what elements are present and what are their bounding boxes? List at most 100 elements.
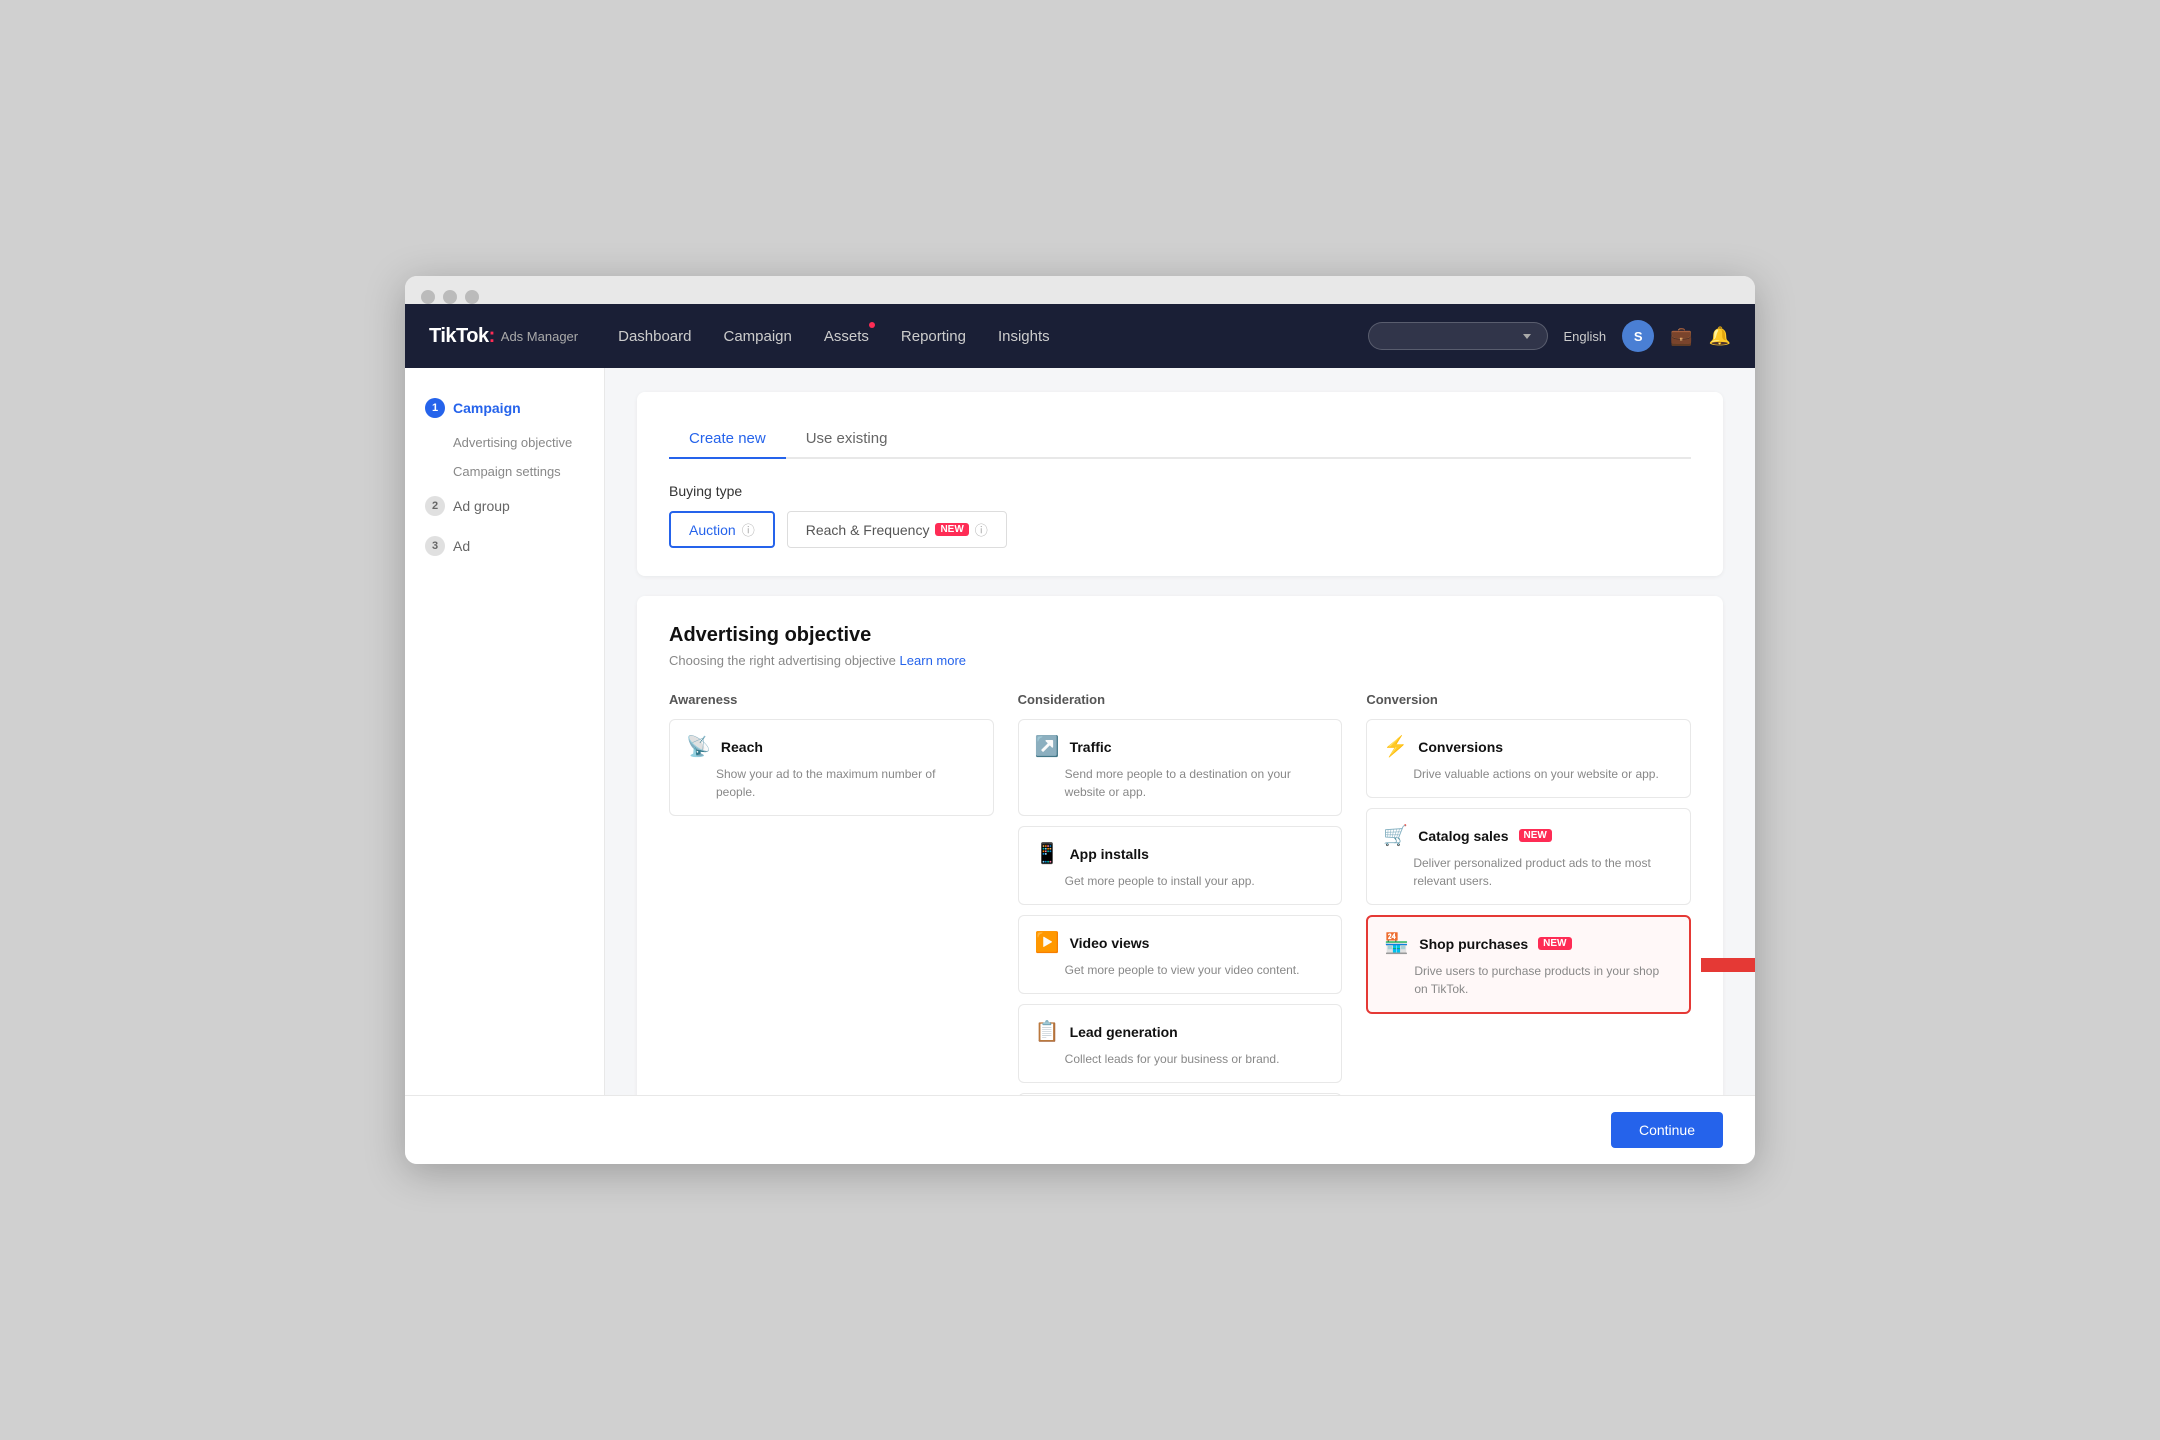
app-installs-card-desc: Get more people to install your app. <box>1035 872 1326 890</box>
browser-dot-3 <box>465 290 479 304</box>
reach-card-header: 📡 Reach <box>686 734 977 759</box>
tab-use-existing[interactable]: Use existing <box>786 420 908 459</box>
obj-card-catalog-sales[interactable]: 🛒 Catalog sales NEW Deliver personalized… <box>1366 808 1691 905</box>
search-placeholder <box>1385 329 1388 343</box>
step-badge-3: 3 <box>425 536 445 556</box>
column-conversion: Conversion ⚡ Conversions Drive valuable … <box>1366 692 1691 1095</box>
nav-reporting[interactable]: Reporting <box>901 308 966 365</box>
sidebar-step-campaign[interactable]: 1 Campaign <box>405 388 604 428</box>
obj-card-video-views[interactable]: ▶️ Video views Get more people to view y… <box>1018 915 1343 994</box>
catalog-new-badge: NEW <box>1519 829 1552 842</box>
obj-card-reach[interactable]: 📡 Reach Show your ad to the maximum numb… <box>669 719 994 816</box>
app-installs-card-title: App installs <box>1070 846 1149 862</box>
shop-purchases-new-badge: NEW <box>1538 937 1571 950</box>
traffic-card-title: Traffic <box>1070 739 1112 755</box>
logo-text: TikTok: <box>429 325 495 348</box>
traffic-icon: ↗️ <box>1035 734 1060 759</box>
obj-card-lead-generation[interactable]: 📋 Lead generation Collect leads for your… <box>1018 1004 1343 1083</box>
sidebar-step-adgroup[interactable]: 2 Ad group <box>405 486 604 526</box>
objective-subtitle: Choosing the right advertising objective… <box>669 653 1691 668</box>
objective-title: Advertising objective <box>669 624 1691 647</box>
app-installs-card-header: 📱 App installs <box>1035 841 1326 866</box>
footer-bar: Continue <box>405 1095 1755 1164</box>
nav-insights[interactable]: Insights <box>998 308 1050 365</box>
video-views-card-desc: Get more people to view your video conte… <box>1035 961 1326 979</box>
main-content: Create new Use existing Buying type Auct… <box>605 368 1755 1095</box>
video-views-card-header: ▶️ Video views <box>1035 930 1326 955</box>
tab-row: Create new Use existing <box>669 420 1691 459</box>
sidebar-sub-advertising-objective[interactable]: Advertising objective <box>405 428 604 457</box>
traffic-card-desc: Send more people to a destination on you… <box>1035 765 1326 801</box>
sidebar-step-ad[interactable]: 3 Ad <box>405 526 604 566</box>
video-views-card-title: Video views <box>1070 935 1150 951</box>
step-badge-2: 2 <box>425 496 445 516</box>
obj-card-shop-purchases[interactable]: 🏪 Shop purchases NEW Drive users to purc… <box>1366 915 1691 1014</box>
search-bar[interactable] <box>1368 322 1548 350</box>
reach-frequency-info-icon[interactable]: ⓘ <box>975 520 988 539</box>
conversions-card-desc: Drive valuable actions on your website o… <box>1383 765 1674 783</box>
nav-links: Dashboard Campaign Assets Reporting Insi… <box>618 308 1367 365</box>
nav-right: English S 💼 🔔 <box>1368 320 1731 352</box>
catalog-card-desc: Deliver personalized product ads to the … <box>1383 854 1674 890</box>
language-selector[interactable]: English <box>1564 329 1607 344</box>
traffic-card-header: ↗️ Traffic <box>1035 734 1326 759</box>
nav-dashboard[interactable]: Dashboard <box>618 308 691 365</box>
sidebar-campaign-label: Campaign <box>453 400 521 416</box>
shop-purchases-icon: 🏪 <box>1384 931 1409 956</box>
logo-sub: Ads Manager <box>501 329 578 344</box>
consideration-column-title: Consideration <box>1018 692 1343 707</box>
briefcase-icon[interactable]: 💼 <box>1670 326 1692 347</box>
continue-button[interactable]: Continue <box>1611 1112 1723 1148</box>
sidebar-sub-campaign-settings[interactable]: Campaign settings <box>405 457 604 486</box>
conversions-card-title: Conversions <box>1418 739 1503 755</box>
column-consideration: Consideration ↗️ Traffic Send more peopl… <box>1018 692 1343 1095</box>
tab-create-new[interactable]: Create new <box>669 420 786 459</box>
reach-card-desc: Show your ad to the maximum number of pe… <box>686 765 977 801</box>
assets-notification-dot <box>869 322 875 328</box>
conversions-icon: ⚡ <box>1383 734 1408 759</box>
conversion-column-title: Conversion <box>1366 692 1691 707</box>
obj-card-traffic[interactable]: ↗️ Traffic Send more people to a destina… <box>1018 719 1343 816</box>
browser-dot-2 <box>443 290 457 304</box>
sidebar-adgroup-label: Ad group <box>453 498 510 514</box>
logo-colon: : <box>489 325 495 347</box>
app-installs-icon: 📱 <box>1035 841 1060 866</box>
nav-assets[interactable]: Assets <box>824 308 869 365</box>
nav-campaign[interactable]: Campaign <box>724 308 792 365</box>
shop-purchases-card-title: Shop purchases <box>1419 936 1528 952</box>
bell-icon[interactable]: 🔔 <box>1709 326 1731 347</box>
reach-card-title: Reach <box>721 739 763 755</box>
buying-btn-reach-frequency[interactable]: Reach & Frequency NEW ⓘ <box>787 511 1007 548</box>
sidebar: 1 Campaign Advertising objective Campaig… <box>405 368 605 1095</box>
sidebar-ad-label: Ad <box>453 538 470 554</box>
column-awareness: Awareness 📡 Reach Show your ad to the ma… <box>669 692 994 1095</box>
awareness-column-title: Awareness <box>669 692 994 707</box>
buying-btn-auction[interactable]: Auction ⓘ <box>669 511 775 548</box>
avatar[interactable]: S <box>1622 320 1654 352</box>
video-views-icon: ▶️ <box>1035 930 1060 955</box>
auction-info-icon[interactable]: ⓘ <box>742 520 755 539</box>
learn-more-link[interactable]: Learn more <box>900 653 966 668</box>
browser-window: TikTok: Ads Manager Dashboard Campaign A… <box>405 276 1755 1164</box>
step-badge-1: 1 <box>425 398 445 418</box>
browser-dot-1 <box>421 290 435 304</box>
top-nav: TikTok: Ads Manager Dashboard Campaign A… <box>405 304 1755 368</box>
obj-card-app-installs[interactable]: 📱 App installs Get more people to instal… <box>1018 826 1343 905</box>
reach-frequency-label: Reach & Frequency <box>806 522 930 538</box>
shop-purchases-arrow-container: 🏪 Shop purchases NEW Drive users to purc… <box>1366 915 1691 1014</box>
body-layout: 1 Campaign Advertising objective Campaig… <box>405 368 1755 1095</box>
buying-type-row: Auction ⓘ Reach & Frequency NEW ⓘ <box>669 511 1691 548</box>
card-advertising-objective: Advertising objective Choosing the right… <box>637 596 1723 1095</box>
conversions-card-header: ⚡ Conversions <box>1383 734 1674 759</box>
card-tab-section: Create new Use existing Buying type Auct… <box>637 392 1723 576</box>
browser-chrome <box>405 276 1755 304</box>
shop-purchases-card-desc: Drive users to purchase products in your… <box>1384 962 1673 998</box>
obj-card-conversions[interactable]: ⚡ Conversions Drive valuable actions on … <box>1366 719 1691 798</box>
catalog-card-title: Catalog sales <box>1418 828 1508 844</box>
app-container: TikTok: Ads Manager Dashboard Campaign A… <box>405 304 1755 1164</box>
shop-purchases-card-header: 🏪 Shop purchases NEW <box>1384 931 1673 956</box>
catalog-card-header: 🛒 Catalog sales NEW <box>1383 823 1674 848</box>
lead-gen-card-header: 📋 Lead generation <box>1035 1019 1326 1044</box>
auction-label: Auction <box>689 522 736 538</box>
lead-gen-card-title: Lead generation <box>1070 1024 1178 1040</box>
